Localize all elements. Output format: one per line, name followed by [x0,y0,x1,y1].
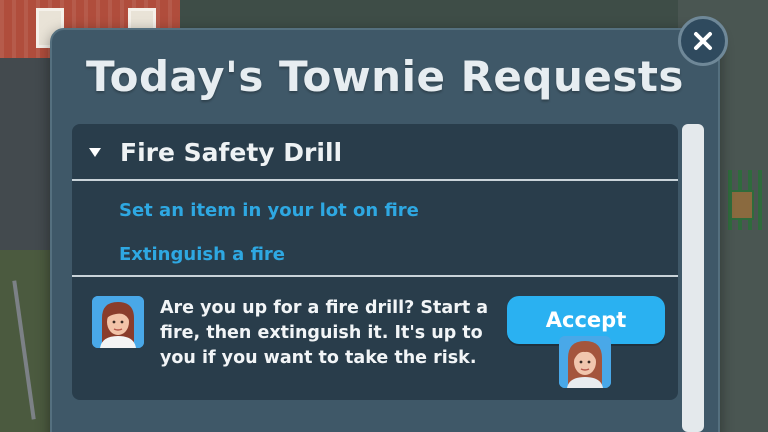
panel-title: Today's Townie Requests [86,52,684,101]
task-extinguish-fire: Extinguish a fire [119,244,285,265]
caret-down-icon [89,148,101,157]
request-list: Fire Safety Drill Set an item in your lo… [72,124,678,400]
lot-sign [730,190,754,220]
townie-portrait-icon [92,296,144,348]
scrollbar[interactable] [682,124,704,432]
close-button[interactable] [678,16,728,66]
quest-header-toggle[interactable]: Fire Safety Drill [72,124,678,180]
townie-avatar [92,296,144,348]
townie-avatar-small [559,336,611,388]
close-icon [694,32,712,50]
divider [72,275,678,277]
quest-title: Fire Safety Drill [120,137,343,167]
task-set-fire: Set an item in your lot on fire [119,200,419,221]
request-description: Are you up for a fire drill? Start a fir… [160,298,489,368]
divider [72,179,678,181]
townie-portrait-icon [559,336,611,388]
